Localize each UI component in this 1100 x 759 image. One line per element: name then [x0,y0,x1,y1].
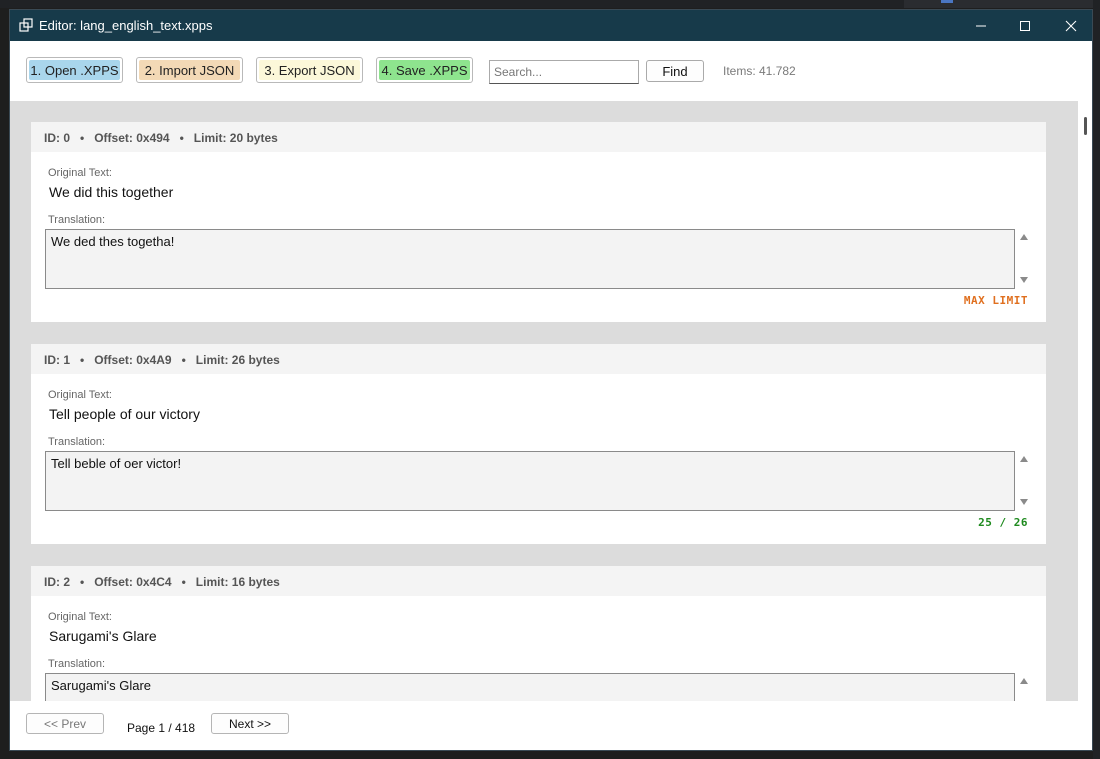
original-text-label: Original Text: [48,389,112,401]
entry-card: ID: 0 • Offset: 0x494 • Limit: 20 bytes … [31,122,1046,322]
desktop-taskbar-strip [904,0,1100,8]
byte-status: MAX LIMIT [963,294,1028,307]
separator-bullet: • [80,575,85,589]
translation-scrollbar[interactable] [1017,451,1031,511]
translation-scrollbar[interactable] [1017,673,1031,701]
pagination-bar: << Prev Page 1 / 418 Next >> [10,701,1092,750]
entry-card: ID: 2 • Offset: 0x4C4 • Limit: 16 bytes … [31,566,1046,701]
translation-field[interactable]: Sarugami's Glare [45,673,1015,701]
scroll-up-icon[interactable] [1020,234,1028,240]
export-json-label: 3. Export JSON [259,60,360,80]
export-json-button[interactable]: 3. Export JSON [256,57,363,83]
entry-id: ID: 0 [44,131,71,145]
prev-page-button[interactable]: << Prev [26,713,104,734]
search-input[interactable]: Search... [489,60,639,84]
entry-limit: Limit: 20 bytes [193,131,278,145]
translation-field[interactable]: We ded thes togetha! [45,229,1015,289]
entry-header: ID: 0 • Offset: 0x494 • Limit: 20 bytes [31,122,1046,152]
separator-bullet: • [181,575,186,589]
entry-header: ID: 1 • Offset: 0x4A9 • Limit: 26 bytes [31,344,1046,374]
translation-field[interactable]: Tell beble of oer victor! [45,451,1015,511]
separator-bullet: • [80,131,85,145]
translation-label: Translation: [48,658,106,670]
entry-offset: Offset: 0x4A9 [94,353,172,367]
separator-bullet: • [179,131,184,145]
original-text-label: Original Text: [48,611,112,623]
original-text: Tell people of our victory [49,406,200,422]
close-icon [1065,20,1077,32]
window-stack-icon [19,18,33,32]
entry-limit: Limit: 16 bytes [195,575,280,589]
original-text: We did this together [49,184,174,200]
main-scrollbar[interactable] [1078,101,1092,701]
entry-id: ID: 2 [44,575,71,589]
scroll-down-icon[interactable] [1020,499,1028,505]
find-button[interactable]: Find [646,60,704,82]
entry-id: ID: 1 [44,353,71,367]
editor-window: Editor: lang_english_text.xpps 1. Open .… [9,9,1093,751]
toolbar: 1. Open .XPPS 2. Import JSON 3. Export J… [10,41,1092,101]
entry-header: ID: 2 • Offset: 0x4C4 • Limit: 16 bytes [31,566,1046,596]
entry-offset: Offset: 0x4C4 [94,575,172,589]
translation-label: Translation: [48,214,106,226]
entries-list[interactable]: ID: 0 • Offset: 0x494 • Limit: 20 bytes … [10,101,1078,701]
import-json-label: 2. Import JSON [139,60,240,80]
save-xpps-button[interactable]: 4. Save .XPPS [376,57,473,83]
separator-bullet: • [80,353,85,367]
title-bar[interactable]: Editor: lang_english_text.xpps [10,10,1092,41]
next-page-button[interactable]: Next >> [211,713,289,734]
scrollbar-thumb[interactable] [1084,117,1087,135]
page-indicator: Page 1 / 418 [127,721,196,735]
save-xpps-label: 4. Save .XPPS [379,60,470,80]
entry-offset: Offset: 0x494 [94,131,170,145]
maximize-button[interactable] [1002,10,1048,41]
entry-limit: Limit: 26 bytes [195,353,280,367]
original-text: Sarugami's Glare [49,628,157,644]
maximize-icon [1019,20,1031,32]
translation-scrollbar[interactable] [1017,229,1031,289]
minimize-button[interactable] [958,10,1004,41]
translation-label: Translation: [48,436,106,448]
close-button[interactable] [1048,10,1092,41]
desktop-accent [941,0,953,3]
desktop-edge [1093,0,1100,759]
open-xpps-button[interactable]: 1. Open .XPPS [26,57,123,83]
import-json-button[interactable]: 2. Import JSON [136,57,243,83]
items-count: Items: 41.782 [723,64,796,78]
minimize-icon [975,20,987,32]
open-xpps-label: 1. Open .XPPS [29,60,120,80]
scroll-up-icon[interactable] [1020,678,1028,684]
scroll-up-icon[interactable] [1020,456,1028,462]
separator-bullet: • [181,353,186,367]
scroll-down-icon[interactable] [1020,277,1028,283]
byte-status: 25 / 26 [978,516,1028,529]
entry-card: ID: 1 • Offset: 0x4A9 • Limit: 26 bytes … [31,344,1046,544]
window-title: Editor: lang_english_text.xpps [39,18,213,33]
original-text-label: Original Text: [48,167,112,179]
